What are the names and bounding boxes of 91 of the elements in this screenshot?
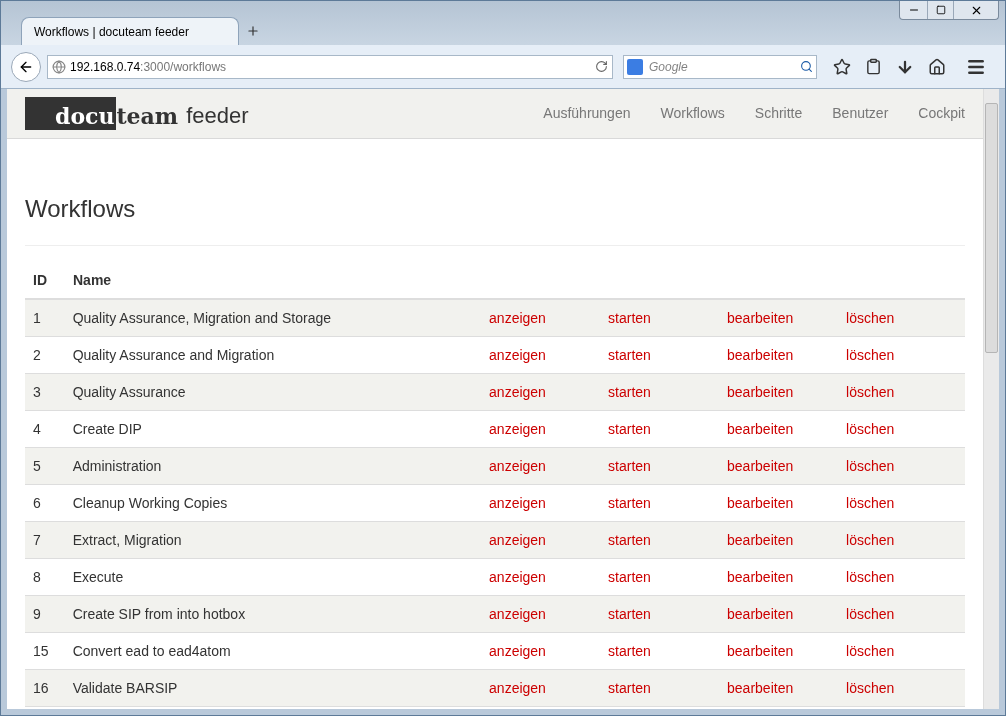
nav-link[interactable]: Workflows — [660, 103, 725, 124]
search-bar[interactable]: Google — [623, 54, 817, 79]
action-link[interactable]: löschen — [846, 640, 965, 662]
search-field[interactable]: Google — [649, 57, 794, 76]
table-cell-text: Quality Assurance — [72, 382, 187, 402]
action-link[interactable]: bearbeiten — [727, 455, 847, 477]
table-cell-text: 3 — [32, 382, 42, 402]
plus-icon — [246, 24, 260, 38]
maximize-icon — [935, 5, 946, 15]
action-link[interactable]: löschen — [846, 381, 965, 403]
table-cell-text: Convert ead to ead4atom — [72, 641, 232, 661]
table-cell-text: Cleanup Working Copies — [72, 493, 229, 513]
table-cell-text: 16 — [32, 678, 50, 698]
action-link[interactable]: anzeigen — [489, 307, 609, 329]
action-link[interactable]: löschen — [846, 344, 965, 366]
search-engine-icon — [627, 58, 643, 75]
scrollbar[interactable] — [983, 89, 999, 709]
url-text: 192.168.0.74:3000/workflows — [70, 58, 228, 76]
table-cell-text: 5 — [32, 456, 42, 476]
column-header: ID — [32, 270, 48, 290]
table-cell-text: Quality Assurance, Migration and Storage — [72, 308, 333, 328]
table-cell-text: 15 — [32, 641, 50, 661]
nav-link[interactable]: Ausführungen — [543, 103, 631, 124]
table-cell-text: 8 — [32, 567, 42, 587]
action-link[interactable]: bearbeiten — [727, 381, 847, 403]
action-link[interactable]: starten — [608, 418, 728, 440]
table-cell-text: 4 — [32, 419, 42, 439]
home-icon[interactable] — [928, 57, 946, 76]
action-link[interactable]: löschen — [846, 418, 965, 440]
table-cell-text: Create SIP from into hotbox — [72, 604, 247, 624]
action-link[interactable]: bearbeiten — [727, 677, 847, 699]
logo[interactable]: docuteam feeder — [25, 97, 249, 130]
page-title: Workflows — [25, 191, 965, 246]
action-link[interactable]: starten — [608, 640, 728, 662]
action-link[interactable]: bearbeiten — [727, 418, 847, 440]
table-cell-text: Validate BARSIP — [72, 678, 179, 698]
table-cell-text: Quality Assurance and Migration — [72, 345, 276, 365]
action-link[interactable]: bearbeiten — [727, 529, 847, 551]
action-link[interactable]: starten — [608, 381, 728, 403]
action-link[interactable]: starten — [608, 566, 728, 588]
action-link[interactable]: anzeigen — [489, 566, 609, 588]
action-link[interactable]: starten — [608, 529, 728, 551]
reload-icon[interactable] — [595, 60, 608, 73]
action-link[interactable]: anzeigen — [489, 455, 609, 477]
address-bar[interactable]: 192.168.0.74:3000/workflows — [47, 54, 613, 79]
table-cell-text: 9 — [32, 604, 42, 624]
bookmark-star-icon[interactable] — [833, 57, 851, 76]
table-cell-text: Execute — [72, 567, 125, 587]
table-cell-text: Create DIP — [72, 419, 143, 439]
action-link[interactable]: bearbeiten — [727, 566, 847, 588]
action-link[interactable]: bearbeiten — [727, 344, 847, 366]
action-link[interactable]: anzeigen — [489, 677, 609, 699]
action-link[interactable]: starten — [608, 492, 728, 514]
search-icon — [800, 60, 813, 73]
clipboard-icon[interactable] — [865, 58, 882, 75]
action-link[interactable]: anzeigen — [489, 381, 609, 403]
table-cell-text: 2 — [32, 345, 42, 365]
table-cell-text: 7 — [32, 530, 42, 550]
action-link[interactable]: starten — [608, 455, 728, 477]
action-link[interactable]: anzeigen — [489, 529, 609, 551]
action-link[interactable]: anzeigen — [489, 418, 609, 440]
action-link[interactable]: löschen — [846, 529, 965, 551]
globe-icon — [52, 59, 66, 74]
action-link[interactable]: starten — [608, 677, 728, 699]
nav-link[interactable]: Cockpit — [918, 103, 965, 124]
action-link[interactable]: anzeigen — [489, 344, 609, 366]
action-link[interactable]: anzeigen — [489, 640, 609, 662]
action-link[interactable]: anzeigen — [489, 603, 609, 625]
column-header: Name — [73, 270, 112, 290]
action-link[interactable]: bearbeiten — [727, 492, 847, 514]
nav-link[interactable]: Benutzer — [832, 103, 889, 124]
action-link[interactable]: starten — [608, 307, 728, 329]
table-cell-text: Extract, Migration — [72, 530, 183, 550]
action-link[interactable]: starten — [608, 344, 728, 366]
action-link[interactable]: löschen — [846, 455, 965, 477]
table-cell-text: 6 — [32, 493, 42, 513]
action-link[interactable]: löschen — [846, 307, 965, 329]
action-link[interactable]: bearbeiten — [727, 307, 847, 329]
table-cell-text: 1 — [32, 308, 42, 328]
action-link[interactable]: löschen — [846, 677, 965, 699]
nav-link[interactable]: Schritte — [754, 103, 803, 124]
back-button[interactable] — [11, 51, 41, 82]
action-link[interactable]: bearbeiten — [727, 603, 847, 625]
action-link[interactable]: bearbeiten — [727, 640, 847, 662]
action-link[interactable]: löschen — [846, 492, 965, 514]
action-link[interactable]: anzeigen — [489, 492, 609, 514]
browser-tab[interactable]: Workflows | docuteam feeder — [21, 17, 239, 45]
action-link[interactable]: starten — [608, 603, 728, 625]
action-link[interactable]: löschen — [846, 566, 965, 588]
table-cell-text: Administration — [72, 456, 163, 476]
action-link[interactable]: löschen — [846, 603, 965, 625]
